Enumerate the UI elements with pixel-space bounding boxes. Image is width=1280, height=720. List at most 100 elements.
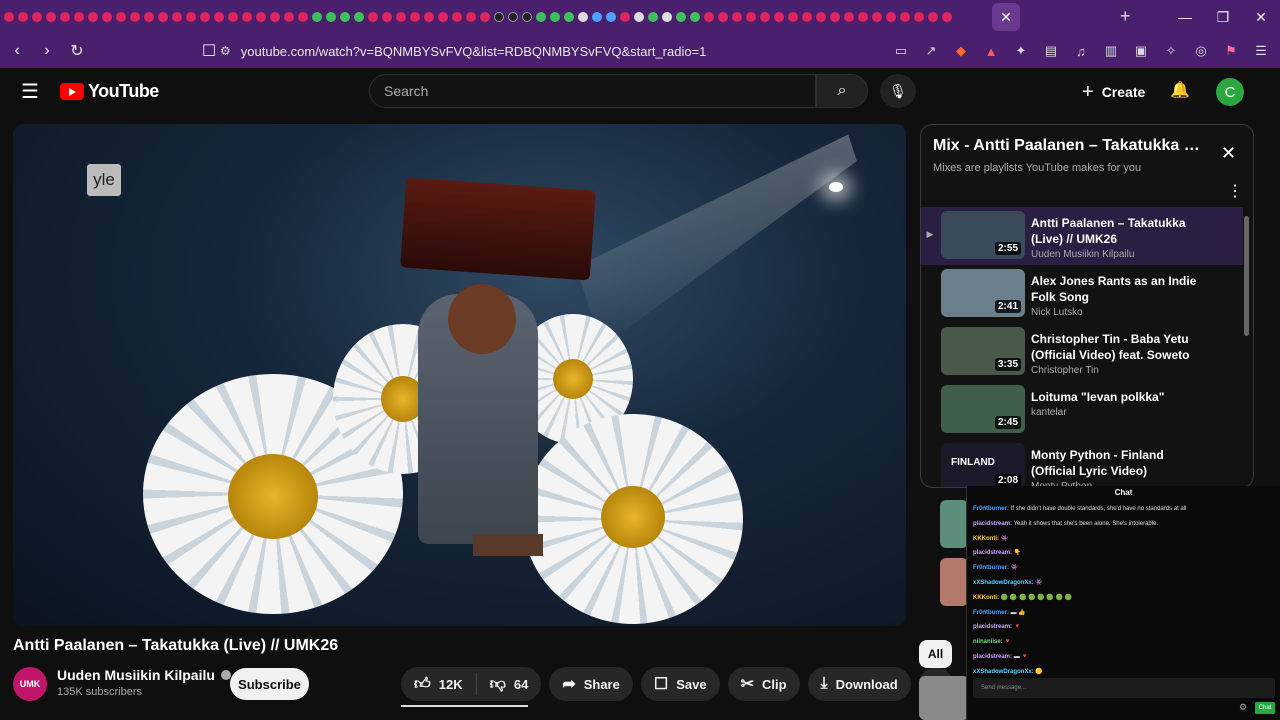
- brave-shield-icon[interactable]: ◆: [950, 38, 972, 64]
- tab-favicon[interactable]: [760, 12, 770, 22]
- tab-favicon[interactable]: [522, 12, 532, 22]
- chat-username[interactable]: placidstream:: [973, 624, 1012, 630]
- notifications-bell-icon[interactable]: 🔔: [1170, 80, 1190, 100]
- tab-favicon[interactable]: [872, 12, 882, 22]
- tab-favicon[interactable]: [312, 12, 322, 22]
- minimize-button[interactable]: —: [1166, 0, 1204, 34]
- tab-favicon[interactable]: [102, 12, 112, 22]
- tab-favicon[interactable]: [942, 12, 952, 22]
- tab-favicon[interactable]: [74, 12, 84, 22]
- microphone-icon[interactable]: 🎙: [880, 74, 916, 108]
- chat-send-button[interactable]: Chat: [1255, 702, 1275, 714]
- tab-favicon[interactable]: [88, 12, 98, 22]
- playlist-item[interactable]: 2:08 FINLAND Monty Python - Finland (Offic…: [921, 439, 1243, 487]
- chat-username[interactable]: placidstream:: [973, 550, 1012, 556]
- url-field[interactable]: ⚙ youtube.com/watch?v=BQNMBYSvFVQ&list=R…: [220, 38, 960, 64]
- tab-favicon[interactable]: [396, 12, 406, 22]
- tab-favicon[interactable]: [690, 12, 700, 22]
- tab-favicon[interactable]: [60, 12, 70, 22]
- leo-icon[interactable]: ✧: [1160, 38, 1182, 64]
- tab-favicon[interactable]: [592, 12, 602, 22]
- tab-favicon[interactable]: [116, 12, 126, 22]
- recommended-thumbnail[interactable]: [940, 500, 968, 548]
- tab-favicon[interactable]: [634, 12, 644, 22]
- tab-favicon[interactable]: [466, 12, 476, 22]
- like-button[interactable]: 👍︎ 12K: [401, 667, 476, 701]
- reading-icon[interactable]: ▥: [1100, 38, 1122, 64]
- chat-username[interactable]: KKKonti:: [973, 595, 999, 601]
- tab-favicon[interactable]: [494, 12, 504, 22]
- recommended-thumbnail[interactable]: [919, 676, 969, 720]
- video-player[interactable]: yle: [13, 124, 906, 626]
- playlist-more-icon[interactable]: ⋮: [1227, 181, 1243, 201]
- close-playlist-icon[interactable]: ✕: [1221, 143, 1236, 164]
- share-page-icon[interactable]: ↗: [920, 38, 942, 64]
- tab-favicon[interactable]: [242, 12, 252, 22]
- chat-username[interactable]: placidstream:: [973, 521, 1012, 527]
- clip-button[interactable]: ✂ Clip: [727, 667, 800, 701]
- tab-favicon[interactable]: [886, 12, 896, 22]
- tab-favicon[interactable]: [480, 12, 490, 22]
- youtube-logo[interactable]: YouTube: [60, 81, 159, 102]
- account-avatar[interactable]: C: [1216, 78, 1244, 106]
- tab-favicon[interactable]: [508, 12, 518, 22]
- vpn-icon[interactable]: ◎: [1190, 38, 1212, 64]
- tab-favicon[interactable]: [298, 12, 308, 22]
- tab-favicon[interactable]: [144, 12, 154, 22]
- wallet-icon[interactable]: ▣: [1130, 38, 1152, 64]
- tab-favicon[interactable]: [718, 12, 728, 22]
- tab-favicon[interactable]: [816, 12, 826, 22]
- maximize-button[interactable]: ❐: [1204, 0, 1242, 34]
- music-icon[interactable]: ♫: [1070, 38, 1092, 64]
- chat-message-input[interactable]: Send message...: [973, 678, 1275, 698]
- save-button[interactable]: ☐ Save: [640, 667, 720, 701]
- tab-favicon[interactable]: [844, 12, 854, 22]
- tab-favicon[interactable]: [424, 12, 434, 22]
- tab-favicon[interactable]: [732, 12, 742, 22]
- chat-username[interactable]: xXShadowDragonXx:: [973, 669, 1034, 675]
- chip-all[interactable]: All: [919, 640, 952, 668]
- playlist-scrollbar[interactable]: [1244, 216, 1249, 336]
- tab-favicon[interactable]: [858, 12, 868, 22]
- tab-favicon[interactable]: [438, 12, 448, 22]
- chat-settings-icon[interactable]: ⚙: [1239, 702, 1247, 713]
- back-icon[interactable]: ‹: [4, 38, 30, 64]
- tab-favicon[interactable]: [382, 12, 392, 22]
- tab-favicon[interactable]: [32, 12, 42, 22]
- new-tab-button[interactable]: +: [1120, 6, 1131, 27]
- chat-username[interactable]: KKKonti:: [973, 536, 999, 542]
- tab-favicon[interactable]: [928, 12, 938, 22]
- site-info-icon[interactable]: ⚙: [220, 44, 231, 58]
- download-button[interactable]: ⤓ Download: [807, 667, 911, 701]
- tab-favicon[interactable]: [648, 12, 658, 22]
- chat-username[interactable]: niinaniise:: [973, 639, 1003, 645]
- recommended-thumbnail[interactable]: [940, 558, 968, 606]
- sidebar-toggle-icon[interactable]: ▤: [1040, 38, 1062, 64]
- tab-favicon[interactable]: [620, 12, 630, 22]
- tab-favicon[interactable]: [578, 12, 588, 22]
- tab-favicon[interactable]: [18, 12, 28, 22]
- extensions-icon[interactable]: ✦: [1010, 38, 1032, 64]
- tab-favicon[interactable]: [788, 12, 798, 22]
- forward-icon[interactable]: ›: [34, 38, 60, 64]
- chat-username[interactable]: Fr0ntburner:: [973, 565, 1009, 571]
- rewards-icon[interactable]: ▲: [980, 38, 1002, 64]
- flag-icon[interactable]: ⚑: [1220, 38, 1242, 64]
- channel-name[interactable]: Uuden Musiikin Kilpailu: [57, 667, 231, 683]
- reload-icon[interactable]: ↻: [64, 38, 90, 64]
- bookmark-icon[interactable]: ☐: [196, 38, 222, 64]
- playlist-item[interactable]: 2:45 Loituma "Ievan polkka" kantelar: [921, 381, 1243, 439]
- tab-favicon[interactable]: [270, 12, 280, 22]
- chat-username[interactable]: Fr0ntburner:: [973, 506, 1009, 512]
- dislike-button[interactable]: 👎︎ 64: [477, 667, 542, 701]
- tab-favicon[interactable]: [326, 12, 336, 22]
- create-button[interactable]: + Create: [1082, 78, 1145, 106]
- subscribe-button[interactable]: Subscribe: [230, 668, 309, 700]
- tab-favicon[interactable]: [564, 12, 574, 22]
- playlist-item[interactable]: 2:41 Alex Jones Rants as an Indie Folk So…: [921, 265, 1243, 323]
- close-window-button[interactable]: ✕: [1242, 0, 1280, 34]
- tab-favicon[interactable]: [662, 12, 672, 22]
- tab-favicon[interactable]: [368, 12, 378, 22]
- tab-favicon[interactable]: [746, 12, 756, 22]
- search-input[interactable]: Search: [369, 74, 816, 108]
